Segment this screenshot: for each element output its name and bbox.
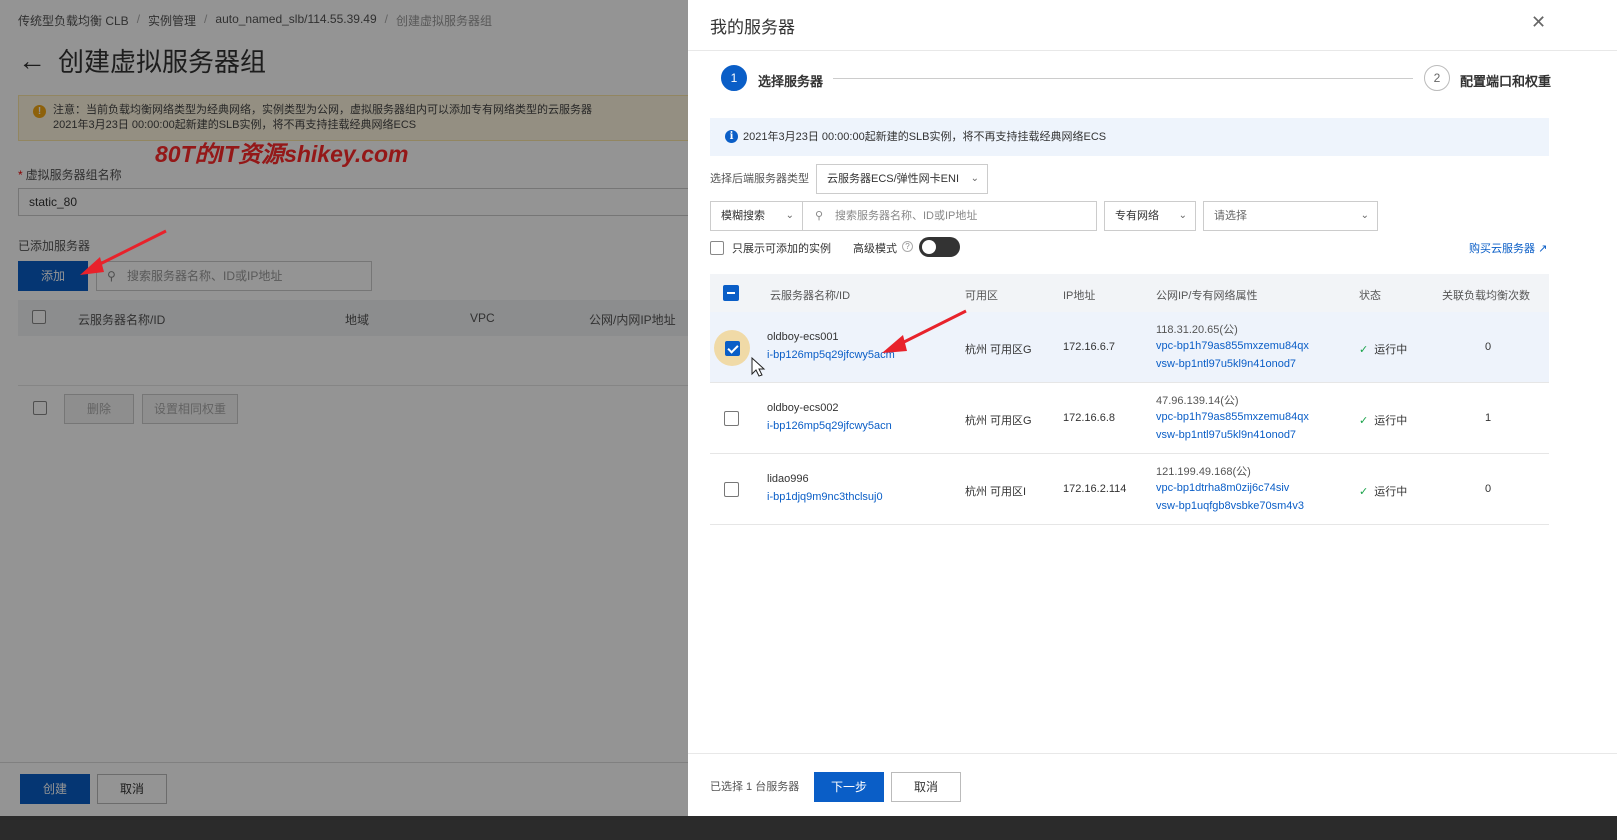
column-status: 状态 <box>1359 290 1381 302</box>
server-vsw-link[interactable]: vsw-bp1ntl97u5kl9n41onod7 <box>1156 358 1296 370</box>
vpc-select[interactable]: 请选择 ⌄ <box>1203 201 1378 231</box>
step-2-label: 配置端口和权重 <box>1460 74 1552 89</box>
vpc-select-placeholder: 请选择 <box>1214 210 1247 222</box>
column-public-ip: 公网IP/专有网络属性 <box>1156 290 1258 302</box>
server-id-link[interactable]: i-bp1djq9m9nc3thclsuj0 <box>767 491 883 503</box>
table-row[interactable]: oldboy-ecs001 i-bp126mp5q29jfcwy5acm 杭州 … <box>710 312 1549 383</box>
server-zone: 杭州 可用区G <box>965 344 1032 356</box>
chevron-down-icon: ⌄ <box>1360 210 1369 221</box>
only-addable-checkbox[interactable] <box>710 241 724 255</box>
column-zone: 可用区 <box>965 290 998 302</box>
my-servers-drawer: 我的服务器 ✕ 1 选择服务器 2 配置端口和权重 i 2021年3月23日 0… <box>688 0 1617 816</box>
chevron-down-icon: ⌄ <box>970 173 979 184</box>
server-status: ✓ 运行中 <box>1359 341 1407 357</box>
network-type-value: 专有网络 <box>1115 210 1159 222</box>
server-vsw-link[interactable]: vsw-bp1ntl97u5kl9n41onod7 <box>1156 429 1296 441</box>
step-2-indicator: 2 <box>1424 65 1450 91</box>
server-status: ✓ 运行中 <box>1359 412 1407 428</box>
server-search-placeholder: 搜索服务器名称、ID或IP地址 <box>835 210 978 222</box>
server-id-link[interactable]: i-bp126mp5q29jfcwy5acm <box>767 349 895 361</box>
server-vsw-link[interactable]: vsw-bp1uqfgb8vsbke70sm4v3 <box>1156 500 1304 512</box>
buy-server-link-text: 购买云服务器 <box>1469 243 1535 255</box>
server-vpc-link[interactable]: vpc-bp1dtrha8m0zij6c74siv <box>1156 482 1289 494</box>
server-vpc-link[interactable]: vpc-bp1h79as855mxzemu84qx <box>1156 340 1309 352</box>
server-public-ip: 121.199.49.168(公) <box>1156 466 1251 478</box>
info-text: 2021年3月23日 00:00:00起新建的SLB实例，将不再支持挂载经典网络… <box>743 131 1107 143</box>
close-icon[interactable]: ✕ <box>1531 12 1546 33</box>
chevron-down-icon: ⌄ <box>1178 210 1187 221</box>
server-table: 云服务器名称/ID 可用区 IP地址 公网IP/专有网络属性 状态 关联负载均衡… <box>710 274 1549 525</box>
row-checkbox[interactable] <box>724 411 739 426</box>
server-status-text: 运行中 <box>1374 486 1408 498</box>
search-mode-value: 模糊搜索 <box>721 210 765 222</box>
server-status: ✓ 运行中 <box>1359 483 1407 499</box>
step-1-indicator: 1 <box>721 65 747 91</box>
check-icon: ✓ <box>1359 415 1369 427</box>
server-id-link[interactable]: i-bp126mp5q29jfcwy5acn <box>767 420 892 432</box>
check-icon: ✓ <box>1359 486 1369 498</box>
column-lb-count: 关联负载均衡次数 <box>1442 290 1530 302</box>
taskbar-strip <box>0 816 1617 840</box>
table-row[interactable]: lidao996 i-bp1djq9m9nc3thclsuj0 杭州 可用区I … <box>710 454 1549 525</box>
server-ip: 172.16.2.114 <box>1063 483 1127 495</box>
step-1-label: 选择服务器 <box>758 74 824 89</box>
backend-type-select[interactable]: 云服务器ECS/弹性网卡ENI ⌄ <box>816 164 988 194</box>
row-checkbox[interactable] <box>724 482 739 497</box>
backend-type-label: 选择后端服务器类型 <box>710 173 809 185</box>
help-icon[interactable]: ? <box>902 241 913 252</box>
drawer-cancel-button[interactable]: 取消 <box>891 772 961 802</box>
backend-type-value: 云服务器ECS/弹性网卡ENI <box>827 173 960 185</box>
server-ip: 172.16.6.8 <box>1063 412 1115 424</box>
drawer-footer: 已选择 1 台服务器 下一步 取消 <box>688 753 1617 816</box>
buy-server-link[interactable]: 购买云服务器 ↗ <box>1469 240 1547 256</box>
info-icon: i <box>725 130 738 143</box>
only-addable-option[interactable]: 只展示可添加的实例 <box>710 240 831 256</box>
search-icon: ⚲ <box>815 210 824 222</box>
server-lb-count: 0 <box>1485 483 1492 495</box>
server-name: lidao996 <box>767 473 809 485</box>
column-ip: IP地址 <box>1063 290 1096 302</box>
network-type-select[interactable]: 专有网络 ⌄ <box>1104 201 1196 231</box>
only-addable-label: 只展示可添加的实例 <box>732 243 831 255</box>
server-zone: 杭州 可用区G <box>965 415 1032 427</box>
server-vpc-link[interactable]: vpc-bp1h79as855mxzemu84qx <box>1156 411 1309 423</box>
next-step-button[interactable]: 下一步 <box>814 772 884 802</box>
server-status-text: 运行中 <box>1374 415 1408 427</box>
search-mode-select[interactable]: 模糊搜索 ⌄ <box>710 201 803 231</box>
server-name: oldboy-ecs002 <box>767 402 839 414</box>
advanced-mode-label: 高级模式 <box>853 243 897 255</box>
server-public-ip: 47.96.139.14(公) <box>1156 395 1239 407</box>
divider <box>688 50 1617 51</box>
selected-count: 已选择 1 台服务器 <box>710 781 800 793</box>
row-checkbox[interactable] <box>725 341 740 356</box>
column-name-id: 云服务器名称/ID <box>770 290 851 302</box>
server-ip: 172.16.6.7 <box>1063 341 1115 353</box>
server-public-ip: 118.31.20.65(公) <box>1156 324 1238 336</box>
drawer-title: 我的服务器 <box>710 18 795 37</box>
chevron-down-icon: ⌄ <box>785 210 794 221</box>
server-lb-count: 1 <box>1485 412 1492 424</box>
table-row[interactable]: oldboy-ecs002 i-bp126mp5q29jfcwy5acn 杭州 … <box>710 383 1549 454</box>
toggle-knob <box>922 240 936 254</box>
server-lb-count: 0 <box>1485 341 1492 353</box>
server-status-text: 运行中 <box>1374 344 1408 356</box>
advanced-mode-toggle[interactable] <box>919 237 960 257</box>
check-icon: ✓ <box>1359 344 1369 356</box>
server-name: oldboy-ecs001 <box>767 331 839 343</box>
info-banner: i 2021年3月23日 00:00:00起新建的SLB实例，将不再支持挂载经典… <box>710 118 1549 156</box>
server-zone: 杭州 可用区I <box>965 486 1027 498</box>
external-link-icon: ↗ <box>1538 243 1548 255</box>
step-connector <box>833 78 1413 79</box>
select-all-checkbox[interactable] <box>723 285 739 301</box>
server-table-header: 云服务器名称/ID 可用区 IP地址 公网IP/专有网络属性 状态 关联负载均衡… <box>710 274 1549 312</box>
server-search-input[interactable]: ⚲ 搜索服务器名称、ID或IP地址 <box>803 201 1097 231</box>
